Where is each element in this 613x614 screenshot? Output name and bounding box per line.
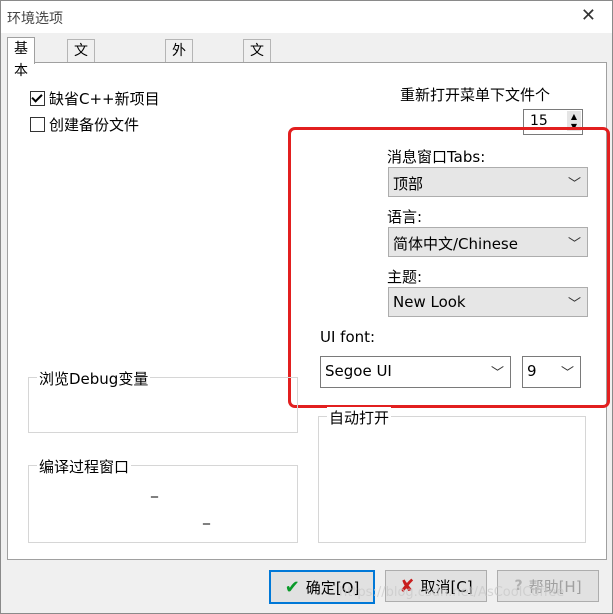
- theme-dropdown[interactable]: New Look ﹀: [388, 287, 588, 317]
- tab-basic[interactable]: 基本: [7, 37, 35, 79]
- debug-variables-group: 浏览Debug变量: [28, 368, 298, 433]
- chevron-down-icon: ﹀: [567, 237, 581, 252]
- tab-external-programs[interactable]: 外部程序: [165, 39, 193, 125]
- tab-files-and-paths[interactable]: 文件和路径: [67, 39, 95, 147]
- ui-font-label: UI font:: [320, 328, 376, 346]
- message-tabs-value: 顶部: [393, 175, 424, 193]
- create-backup-checkbox[interactable]: 创建备份文件: [30, 114, 139, 135]
- reopen-files-label: 重新打开菜单下文件个: [400, 86, 551, 104]
- ui-font-size-dropdown[interactable]: 9 ﹀: [522, 356, 581, 388]
- auto-open-title: 自动打开: [327, 407, 392, 428]
- watermark-text: https://blog.csdn.net/AsCoolCoffee: [339, 585, 565, 600]
- default-cpp-project-checkbox[interactable]: 缺省C++新项目: [30, 88, 160, 109]
- basic-tab-panel: 缺省C++新项目 创建备份文件 重新打开菜单下文件个 15 ▲ ▼ 消息窗口Ta…: [7, 62, 610, 560]
- ui-font-value: Segoe UI: [325, 362, 392, 380]
- chevron-down-icon: ﹀: [567, 297, 581, 312]
- compile-option-2: _: [203, 509, 210, 525]
- chevron-down-icon: ﹀: [567, 177, 581, 192]
- compile-window-group: 编译过程窗口 _ _: [28, 456, 298, 543]
- environment-options-dialog: 环境选项 ✕ 基本 文件和路径 外部程序 文件关联 缺省C++新项目 创建备份文…: [0, 0, 613, 614]
- chevron-down-icon: ﹀: [490, 366, 504, 381]
- language-dropdown[interactable]: 简体中文/Chinese ﹀: [388, 227, 588, 257]
- close-icon[interactable]: ✕: [581, 6, 596, 26]
- default-cpp-project-label: 缺省C++新项目: [49, 90, 160, 108]
- compile-option-1: _: [151, 482, 158, 498]
- create-backup-label: 创建备份文件: [49, 116, 140, 134]
- debug-variables-title: 浏览Debug变量: [37, 368, 151, 389]
- message-tabs-label: 消息窗口Tabs:: [387, 148, 486, 166]
- ui-font-dropdown[interactable]: Segoe UI ﹀: [320, 356, 511, 388]
- checkbox-unchecked-icon[interactable]: [30, 117, 45, 132]
- ui-font-size-value: 9: [527, 362, 537, 380]
- message-tabs-dropdown[interactable]: 顶部 ﹀: [388, 167, 588, 197]
- theme-value: New Look: [393, 293, 466, 311]
- title-bar: 环境选项 ✕: [1, 1, 612, 33]
- window-title: 环境选项: [7, 11, 63, 27]
- language-label: 语言:: [387, 208, 423, 226]
- checkbox-checked-icon[interactable]: [30, 91, 45, 106]
- spinner-up-icon[interactable]: ▲: [567, 111, 581, 121]
- auto-open-group: 自动打开: [318, 407, 586, 543]
- tab-file-associations[interactable]: 文件关联: [243, 39, 271, 125]
- chevron-down-icon: ﹀: [560, 366, 574, 381]
- compile-window-title: 编译过程窗口: [37, 456, 132, 477]
- theme-label: 主题:: [387, 268, 423, 286]
- language-value: 简体中文/Chinese: [393, 235, 518, 253]
- checkmark-icon: ✔: [284, 576, 300, 598]
